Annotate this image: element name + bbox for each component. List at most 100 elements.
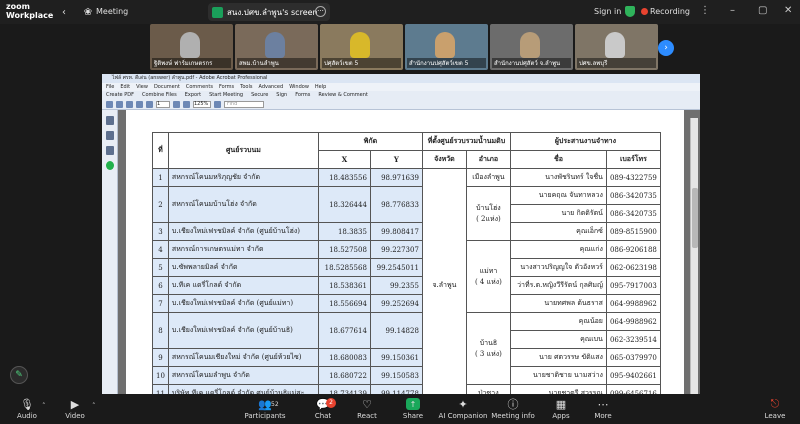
- email-icon[interactable]: [126, 101, 133, 108]
- leave-button[interactable]: ⎋ Leave: [750, 397, 800, 420]
- zoom-field[interactable]: 125%: [193, 101, 211, 108]
- pages-panel-icon[interactable]: [106, 116, 114, 125]
- acrobat-tool-button[interactable]: Sign: [276, 91, 287, 100]
- zoom-window: zoom Workplace ‹ ❀ Meeting สนง.ปศข.ลำพูน…: [0, 0, 800, 424]
- acrobat-title-bar: ไฟล์ ศรท. ดีเด่น (answer) ลำพูน.pdf - Ad…: [102, 74, 700, 83]
- coordinator-phone: 065-0379970: [605, 348, 661, 367]
- chevron-left-icon[interactable]: ‹: [58, 6, 70, 18]
- center-name: บ.เชียงใหม่เฟรชมิลค์ จำกัด (ศูนย์บ้านโฮ่…: [167, 222, 319, 241]
- acrobat-menu-item[interactable]: Window: [289, 83, 309, 91]
- ai-label: AI Companion: [438, 412, 488, 420]
- participant-name: ฐิติพงษ์ ฟาร์มเกษตรกร: [152, 58, 231, 68]
- next-page-icon[interactable]: [146, 101, 153, 108]
- more-button[interactable]: ⋯ More: [578, 398, 628, 421]
- vertical-scrollbar[interactable]: [690, 118, 698, 394]
- bookmarks-icon[interactable]: [106, 131, 114, 140]
- shared-screen: ไฟล์ ศรท. ดีเด่น (answer) ลำพูน.pdf - Ad…: [102, 74, 700, 394]
- participant-thumbnail[interactable]: ปศข.ลพบุรี: [575, 24, 658, 70]
- center-name: บ.เชียงใหม่เฟรชมิลค์ จำกัด (ศูนย์บ้านธิ): [167, 312, 319, 349]
- save-icon[interactable]: [106, 101, 113, 108]
- chat-badge: 2: [326, 398, 336, 408]
- apps-icon: ▦: [555, 397, 567, 411]
- center-name: บ.เชียงใหม่เฟรชมิลค์ จำกัด (ศูนย์แม่ทา): [167, 294, 319, 313]
- meeting-controls: 🎙 Audio ˄ ▶ Video ˄ 👥 Participants 💬 Cha…: [0, 396, 800, 424]
- participants-count: 52: [271, 401, 279, 408]
- coord-y: 99.2355: [369, 276, 423, 295]
- acrobat-tool-button[interactable]: Combine Files: [142, 91, 177, 100]
- meeting-label: Meeting: [96, 7, 129, 16]
- recording-label[interactable]: Recording: [650, 7, 690, 16]
- acrobat-tool-button[interactable]: Start Meeting: [209, 91, 243, 100]
- coord-y: 99.14828: [369, 312, 423, 349]
- acrobat-tool-button[interactable]: Export: [185, 91, 201, 100]
- participant-thumbnail[interactable]: สำนักงานปศุสัตว์ จ.ลำพูน: [490, 24, 573, 70]
- acrobat-menu-item[interactable]: Forms: [219, 83, 234, 91]
- coord-x: 18.527508: [317, 240, 371, 259]
- acrobat-tool-button[interactable]: Create PDF: [106, 91, 134, 100]
- video-options-icon[interactable]: ˄: [92, 402, 96, 410]
- zoom-in-icon[interactable]: [183, 101, 190, 108]
- shield-icon[interactable]: [625, 6, 635, 17]
- prev-page-icon[interactable]: [136, 101, 143, 108]
- ai-companion-button[interactable]: ✦ AI Companion: [438, 398, 488, 421]
- coordinator-phone: 095-9402661: [605, 366, 661, 385]
- audio-options-icon[interactable]: ˄: [42, 402, 46, 410]
- more-options-icon[interactable]: ···: [315, 6, 326, 17]
- coordinator-phone: 086-3420735: [605, 186, 661, 205]
- top-bar: zoom Workplace ‹ ❀ Meeting สนง.ปศข.ลำพูน…: [0, 0, 800, 24]
- sign-in-link[interactable]: Sign in: [594, 7, 621, 16]
- acrobat-menu-item[interactable]: Advanced: [258, 83, 283, 91]
- coordinator-name: คุณแก่ง: [509, 240, 607, 259]
- coordinator-phone: 099-6456716: [605, 384, 661, 394]
- screen-share-indicator[interactable]: สนง.ปศข.ลำพูน's screen ···: [208, 3, 330, 21]
- coordinator-phone: 089-8515900: [605, 222, 661, 241]
- row-number: 1: [152, 168, 169, 187]
- react-button[interactable]: ♡ React: [342, 398, 392, 421]
- acrobat-tool-button[interactable]: Review & Comment: [318, 91, 367, 100]
- annotate-pen-icon[interactable]: ✎: [10, 366, 28, 384]
- print-icon[interactable]: [116, 101, 123, 108]
- coord-x: 18.483556: [317, 168, 371, 187]
- acrobat-menu-item[interactable]: Tools: [240, 83, 252, 91]
- acrobat-menu-item[interactable]: File: [106, 83, 114, 91]
- find-field[interactable]: Find: [224, 101, 264, 108]
- participants-button[interactable]: 👥 Participants: [240, 398, 290, 421]
- attachments-icon[interactable]: [106, 161, 114, 170]
- coord-y: 98.971639: [369, 168, 423, 187]
- zoom-out-icon[interactable]: [173, 101, 180, 108]
- acrobat-side-panel: [102, 110, 118, 394]
- page-number-field[interactable]: 1: [156, 101, 170, 108]
- maximize-icon[interactable]: ▢: [758, 5, 767, 16]
- acrobat-tool-button[interactable]: Secure: [251, 91, 268, 100]
- acrobat-menu-item[interactable]: Document: [154, 83, 180, 91]
- next-page-icon[interactable]: ›: [658, 40, 674, 56]
- acrobat-menu-item[interactable]: Comments: [186, 83, 213, 91]
- minimize-icon[interactable]: –: [730, 5, 735, 16]
- coordinator-phone: 086-9206188: [605, 240, 661, 259]
- signatures-icon[interactable]: [106, 146, 114, 155]
- coord-x: 18.556694: [317, 294, 371, 313]
- share-button[interactable]: ↑ Share: [388, 398, 438, 420]
- chat-button[interactable]: 💬 Chat: [298, 398, 348, 421]
- coord-y: 99.150583: [369, 366, 423, 385]
- coord-y: 99.150361: [369, 348, 423, 367]
- share-icon: ↑: [406, 398, 420, 410]
- close-icon[interactable]: ✕: [784, 5, 792, 16]
- participant-thumbnail[interactable]: ฐิติพงษ์ ฟาร์มเกษตรกร: [150, 24, 233, 70]
- acrobat-menu-bar: File Edit View Document Comments Forms Tools Ad…: [102, 83, 700, 91]
- react-label: React: [357, 412, 377, 420]
- scroll-thumb[interactable]: [692, 188, 698, 248]
- row-number: 6: [152, 276, 169, 295]
- th-y: Y: [369, 150, 423, 169]
- table-row: 3 บ.เชียงใหม่เฟรชมิลค์ จำกัด (ศูนย์บ้านโฮ…: [152, 222, 661, 241]
- acrobat-menu-item[interactable]: View: [136, 83, 148, 91]
- more-window-icon[interactable]: ⋮: [700, 5, 710, 16]
- acrobat-menu-item[interactable]: Help: [315, 83, 326, 91]
- acrobat-tool-button[interactable]: Forms: [295, 91, 310, 100]
- fit-page-icon[interactable]: [214, 101, 221, 108]
- participant-thumbnail[interactable]: ปศุสัตว์เขต 5: [320, 24, 403, 70]
- meeting-info-button[interactable]: ⓘ Meeting info: [488, 398, 538, 420]
- acrobat-menu-item[interactable]: Edit: [120, 83, 130, 91]
- participant-thumbnail[interactable]: สำนักงานปศุสัตว์เขต 5: [405, 24, 488, 70]
- participant-thumbnail[interactable]: สพม.บ้านลำพูน: [235, 24, 318, 70]
